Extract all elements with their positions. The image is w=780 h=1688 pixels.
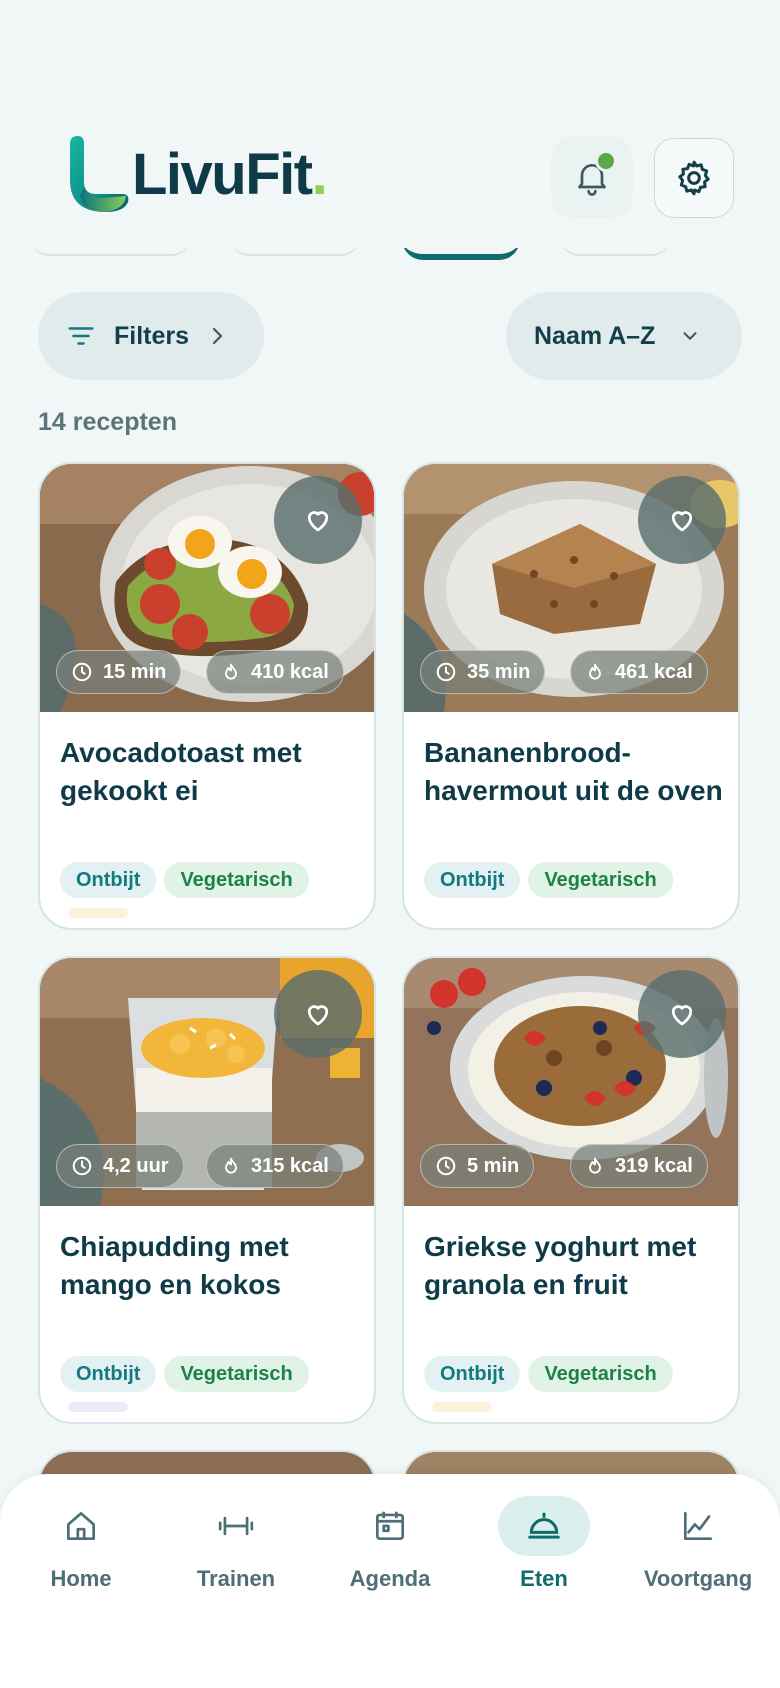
nav-trainen[interactable]: Trainen [161, 1496, 311, 1592]
nav-agenda[interactable]: Agenda [315, 1496, 465, 1592]
heart-icon [307, 511, 329, 532]
clock-icon [72, 662, 92, 682]
recipe-tags: Ontbijt Vegetarisch [424, 862, 673, 898]
filter-icon [68, 327, 94, 345]
nav-label: Home [50, 1566, 112, 1591]
flame-icon [225, 1157, 237, 1174]
recipe-time: 35 min [467, 660, 531, 683]
recipe-card[interactable]: 5 min 319 kcal Griekse yoghurt met grano… [402, 956, 740, 1424]
clock-icon [436, 1156, 456, 1176]
category-chip[interactable] [230, 248, 360, 256]
recipe-tags: Ontbijt Vegetarisch [424, 1356, 673, 1392]
tag-vegetarian: Vegetarisch [164, 862, 309, 898]
recipe-time: 5 min [467, 1154, 520, 1177]
kcal-pill: 315 kcal [206, 1144, 344, 1188]
filters-button[interactable]: Filters [38, 292, 264, 380]
nav-voortgang[interactable]: Voortgang [623, 1496, 773, 1592]
recipe-title: Griekse yoghurt met granola en fruit [424, 1231, 697, 1300]
heart-icon [671, 511, 693, 532]
recipe-time: 4,2 uur [103, 1154, 169, 1177]
tag-vegetarian: Vegetarisch [528, 1356, 673, 1392]
recipe-tags: Ontbijt Vegetarisch [60, 1356, 309, 1392]
recipe-title: Chiapudding met mango en kokos [60, 1231, 289, 1300]
recipe-card[interactable]: 15 min 410 kcal Avocadotoast met gekookt… [38, 462, 376, 930]
brand-name: LivuFit. [132, 142, 328, 207]
nav-icon-wrap [35, 1496, 127, 1556]
chevron-right-icon [212, 327, 223, 345]
sort-label: Naam A–Z [534, 321, 656, 350]
chart-icon [683, 1511, 713, 1541]
nav-icon-wrap-active [498, 1496, 590, 1556]
app-header: LivuFit. [0, 0, 780, 255]
tag-breakfast: Ontbijt [424, 1356, 521, 1392]
bottom-navigation: Home Trainen Agenda Eten Voortgang [0, 1474, 780, 1688]
recipe-time: 15 min [103, 660, 167, 683]
flame-icon [589, 663, 601, 680]
recipe-title: Bananenbrood-havermout uit de oven [424, 737, 723, 806]
favorite-button[interactable] [274, 970, 362, 1058]
notification-dot [595, 150, 617, 172]
nav-eten[interactable]: Eten [469, 1496, 619, 1592]
recipe-kcal: 461 kcal [615, 660, 693, 683]
brand-logo: LivuFit. [66, 136, 328, 214]
nav-label: Eten [520, 1566, 568, 1591]
recipe-kcal: 315 kcal [251, 1154, 329, 1177]
favorite-button[interactable] [274, 476, 362, 564]
dumbbell-icon [218, 1516, 254, 1536]
favorite-button[interactable] [638, 970, 726, 1058]
flame-icon [225, 663, 237, 680]
calendar-icon [375, 1511, 405, 1541]
heart-icon [307, 1005, 329, 1026]
recipe-title: Avocadotoast met gekookt ei [60, 737, 302, 806]
tag-breakfast: Ontbijt [60, 1356, 157, 1392]
tag-peek [68, 1402, 128, 1412]
recipe-kcal: 319 kcal [615, 1154, 693, 1177]
kcal-pill: 461 kcal [570, 650, 708, 694]
nav-label: Trainen [196, 1566, 276, 1591]
chevron-down-icon [683, 332, 697, 340]
tag-breakfast: Ontbijt [60, 862, 157, 898]
heart-icon [671, 1005, 693, 1026]
sort-dropdown[interactable]: Naam A–Z [506, 292, 742, 380]
tag-peek [68, 908, 128, 918]
clock-icon [436, 662, 456, 682]
time-pill: 15 min [56, 650, 182, 694]
logo-mark-icon [66, 136, 130, 214]
tag-vegetarian: Vegetarisch [528, 862, 673, 898]
gear-icon [678, 160, 710, 196]
settings-button[interactable] [654, 138, 734, 218]
notifications-button[interactable] [551, 136, 633, 218]
nav-icon-wrap [652, 1496, 744, 1556]
home-icon [66, 1511, 96, 1541]
cloche-icon [528, 1512, 560, 1539]
flame-icon [589, 1157, 601, 1174]
favorite-button[interactable] [638, 476, 726, 564]
tag-peek [432, 1402, 492, 1412]
time-pill: 5 min [420, 1144, 535, 1188]
category-chip[interactable] [30, 248, 190, 256]
recipe-count: 14 recepten [38, 408, 177, 436]
nav-label: Voortgang [643, 1566, 753, 1591]
time-pill: 35 min [420, 650, 546, 694]
filters-label: Filters [114, 321, 190, 350]
nav-label: Agenda [349, 1566, 431, 1591]
nav-home[interactable]: Home [6, 1496, 156, 1592]
recipe-kcal: 410 kcal [251, 660, 329, 683]
kcal-pill: 319 kcal [570, 1144, 708, 1188]
kcal-pill: 410 kcal [206, 650, 344, 694]
tag-breakfast: Ontbijt [424, 862, 521, 898]
category-chip-active[interactable] [402, 248, 520, 260]
tag-vegetarian: Vegetarisch [164, 1356, 309, 1392]
category-chip[interactable] [560, 248, 670, 256]
clock-icon [72, 1156, 92, 1176]
recipe-card[interactable]: 4,2 uur 315 kcal Chiapudding met mango e… [38, 956, 376, 1424]
nav-icon-wrap [190, 1496, 282, 1556]
time-pill: 4,2 uur [56, 1144, 184, 1188]
recipe-card[interactable]: 35 min 461 kcal Bananenbrood-havermout u… [402, 462, 740, 930]
nav-icon-wrap [344, 1496, 436, 1556]
category-chip-strip[interactable] [0, 248, 780, 268]
recipe-tags: Ontbijt Vegetarisch [60, 862, 309, 898]
